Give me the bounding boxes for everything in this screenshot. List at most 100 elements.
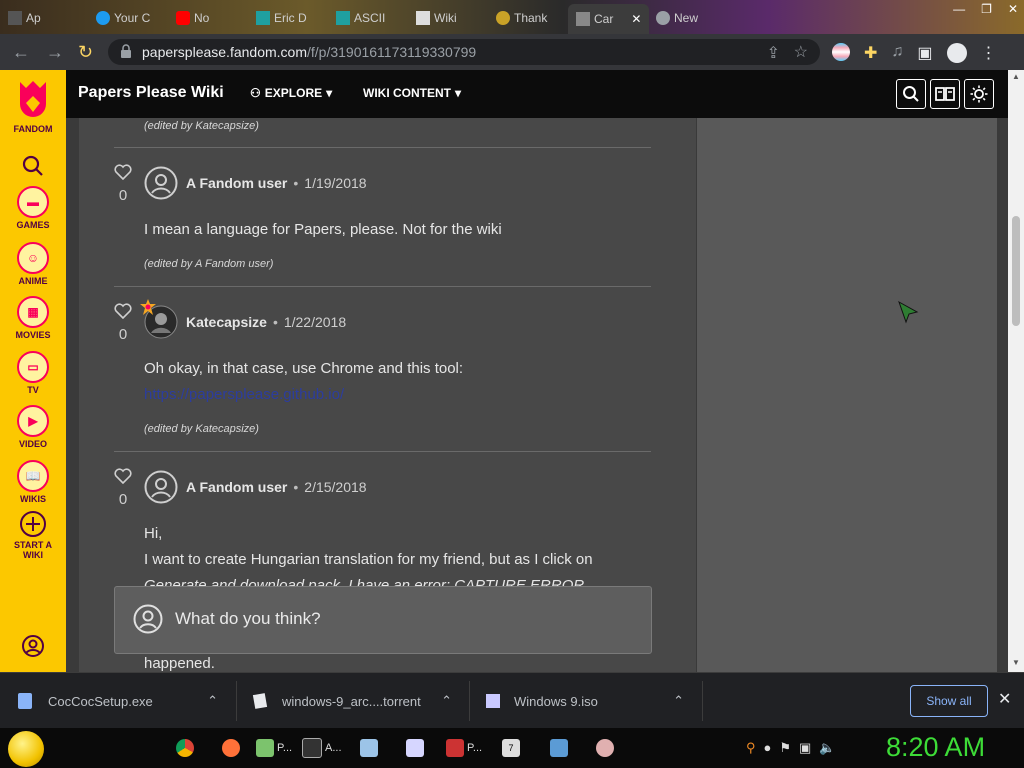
explore-icon: ⚇ <box>250 86 261 100</box>
network-icon[interactable]: ▣ <box>799 740 811 756</box>
header-theme-button[interactable] <box>964 79 994 109</box>
wiki-title[interactable]: Papers Please Wiki <box>78 84 224 102</box>
user-avatar-icon <box>144 470 178 504</box>
rail-tv[interactable]: ▭ TV <box>0 351 66 395</box>
media-icon[interactable]: ♫ <box>891 43 903 63</box>
fandom-favicon-icon <box>576 12 590 26</box>
download-separator <box>236 681 237 721</box>
show-all-downloads-button[interactable]: Show all <box>910 685 988 717</box>
back-arrow-icon[interactable]: ← <box>12 42 30 63</box>
close-downloads-icon[interactable]: ✕ <box>998 689 1011 709</box>
forward-arrow-icon[interactable]: → <box>46 42 64 63</box>
taskbar-app-1[interactable]: P... <box>256 736 292 760</box>
avatar[interactable] <box>144 166 178 200</box>
start-button-smiley-icon[interactable] <box>8 731 44 767</box>
puzzle-extension-icon[interactable]: ✚ <box>864 43 877 63</box>
rail-video[interactable]: ▶ VIDEO <box>0 405 66 449</box>
app-icon <box>596 739 614 757</box>
taskbar-app-2[interactable]: A... <box>302 736 342 760</box>
app-icon <box>446 739 464 757</box>
taskbar-app-4[interactable] <box>406 736 424 760</box>
cmd-icon <box>302 738 322 758</box>
author-name[interactable]: Katecapsize <box>186 314 267 330</box>
maximize-icon[interactable]: ❐ <box>981 2 992 16</box>
omnibox[interactable]: papersplease.fandom.com/f/p/319016117311… <box>108 39 820 65</box>
fandom-global-nav: FANDOM ▬ GAMES ☺ ANIME ▦ MOVIES ▭ TV ▶ V… <box>0 70 66 672</box>
rail-movies[interactable]: ▦ MOVIES <box>0 296 66 340</box>
like-button[interactable]: 0 <box>113 468 133 508</box>
volume-icon[interactable]: 🔈 <box>819 740 835 756</box>
flag-icon[interactable]: ⚑ <box>779 740 791 756</box>
avatar[interactable] <box>144 470 178 504</box>
taskbar-chrome[interactable] <box>176 736 194 760</box>
movies-icon: ▦ <box>17 296 49 328</box>
taskbar-app-6[interactable] <box>550 736 568 760</box>
close-tab-icon[interactable]: ✕ <box>631 12 641 26</box>
rail-anime[interactable]: ☺ ANIME <box>0 242 66 286</box>
chevron-up-icon[interactable]: ⌃ <box>207 693 218 709</box>
tab-4[interactable]: Eric D <box>256 4 307 32</box>
reply-input[interactable]: What do you think? <box>114 586 652 654</box>
taskbar-7zip[interactable]: 7 <box>502 736 520 760</box>
tab-1[interactable]: Ap <box>8 4 41 32</box>
like-button[interactable]: 0 <box>113 164 133 204</box>
scroll-down-icon[interactable]: ▼ <box>1012 658 1020 667</box>
rail-search[interactable] <box>0 152 66 182</box>
tab-active[interactable]: Car ✕ <box>568 4 650 34</box>
tab-9[interactable]: New <box>656 4 698 32</box>
like-button[interactable]: 0 <box>113 303 133 343</box>
tab-label: No <box>194 11 210 25</box>
profile-flag-icon[interactable] <box>832 43 850 61</box>
share-icon[interactable]: ⇪ <box>767 43 780 63</box>
author-name[interactable]: A Fandom user <box>186 175 287 191</box>
minimize-icon[interactable]: — <box>953 2 965 16</box>
close-window-icon[interactable]: ✕ <box>1008 2 1018 16</box>
rail-account[interactable] <box>0 632 66 662</box>
chevron-up-icon[interactable]: ⌃ <box>441 693 452 709</box>
reload-icon[interactable]: ↻ <box>78 42 93 63</box>
scroll-up-icon[interactable]: ▲ <box>1012 72 1020 81</box>
file-icon <box>252 693 268 709</box>
rail-games[interactable]: ▬ GAMES <box>0 186 66 230</box>
download-filename: windows-9_arc....torrent <box>282 693 421 709</box>
tab-3[interactable]: No <box>176 4 209 32</box>
post-date: 2/15/2018 <box>304 479 367 495</box>
rail-wikis[interactable]: 📖 WIKIS <box>0 460 66 504</box>
avatar[interactable] <box>140 299 178 339</box>
like-count: 0 <box>118 491 128 508</box>
explore-menu[interactable]: ⚇ EXPLORE ▾ <box>250 86 332 100</box>
download-item[interactable]: windows-9_arc....torrent ⌃ <box>252 687 460 715</box>
download-item[interactable]: CocCocSetup.exe ⌃ <box>18 687 228 715</box>
download-item[interactable]: Windows 9.iso ⌃ <box>486 687 692 715</box>
taskbar-firefox[interactable] <box>222 736 240 760</box>
tray-app-icon[interactable]: ● <box>764 740 772 756</box>
taskbar-app-7[interactable] <box>596 736 614 760</box>
search-tray-icon[interactable]: ⚲ <box>746 740 756 756</box>
author-name[interactable]: A Fandom user <box>186 479 287 495</box>
taskbar-app-3[interactable] <box>360 736 378 760</box>
header-search-button[interactable] <box>896 79 926 109</box>
tab-2[interactable]: Your C <box>96 4 150 32</box>
taskbar-clock[interactable]: 8:20 AM <box>886 732 985 763</box>
chevron-up-icon[interactable]: ⌃ <box>673 693 684 709</box>
firefox-icon <box>222 739 240 757</box>
tab-7[interactable]: Thank <box>496 4 547 32</box>
header-wikis-button[interactable] <box>930 79 960 109</box>
account-avatar-icon[interactable] <box>946 43 967 63</box>
tab-6[interactable]: Wiki <box>416 4 457 32</box>
wiki-content-menu[interactable]: WIKI CONTENT ▾ <box>363 86 461 100</box>
tab-label: Your C <box>114 11 151 25</box>
scroll-thumb[interactable] <box>1012 216 1020 326</box>
rail-fandom[interactable]: FANDOM <box>0 78 66 134</box>
star-icon[interactable]: ☆ <box>794 42 808 62</box>
post-link[interactable]: https://papersplease.github.io/ <box>144 382 644 408</box>
wiki-header: Papers Please Wiki ⚇ EXPLORE ▾ WIKI CONT… <box>66 70 1014 118</box>
tab-5[interactable]: ASCII <box>336 4 385 32</box>
sidepanel-icon[interactable]: ▣ <box>917 43 932 63</box>
page-scrollbar[interactable]: ▲ ▼ <box>1008 70 1024 672</box>
rail-start-wiki[interactable]: START A WIKI <box>0 510 66 560</box>
chevron-down-icon: ▾ <box>455 86 462 100</box>
exe-file-icon <box>18 693 32 709</box>
taskbar-app-5[interactable]: P... <box>446 736 482 760</box>
menu-dots-icon[interactable]: ⋮ <box>981 43 997 63</box>
